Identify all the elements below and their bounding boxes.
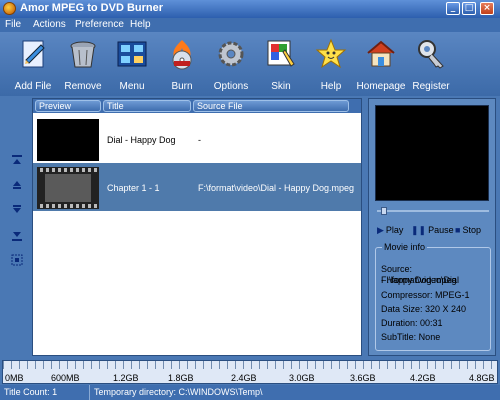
disc-size-bar: 0MB 600MB 1.2GB 1.8GB 2.4GB 3.0GB 3.6GB … [2,360,498,384]
size-ticks [3,361,497,369]
menu-file[interactable]: File [5,19,21,30]
move-up-icon[interactable] [11,178,23,190]
maximize-button[interactable]: □ [462,2,476,15]
list-item[interactable]: Chapter 1 - 1 F:\format\video\Dial - Hap… [33,163,361,211]
row-source: - [198,135,201,145]
menu-label: Menu [119,81,145,92]
row-title: Dial - Happy Dog [107,135,176,145]
seek-slider[interactable] [377,207,489,215]
pause-button[interactable]: ❚❚ Pause [411,225,454,236]
skin-button[interactable]: Skin [253,36,309,94]
home-icon [367,40,395,67]
seek-knob[interactable] [381,207,387,215]
add-file-icon [22,40,45,68]
list-header: Preview Title Source File [33,99,361,113]
menu-help[interactable]: Help [130,19,151,30]
size-label: 3.0GB [289,373,315,383]
status-bar: Title Count: 1 Temporary directory: C:\W… [0,385,500,400]
key-icon [418,40,444,69]
menu-bar: File Actions Preference Help [0,18,500,32]
info-compressor: Compressor: MPEG-1 [381,290,470,300]
register-button[interactable]: Register [403,36,459,94]
temp-directory: Temporary directory: C:\WINDOWS\Temp\ [94,387,263,397]
preview-panel: ▶ Play ❚❚ Pause ■ Stop Movie info Source: F… [368,98,496,356]
skin-label: Skin [271,81,291,92]
add-file-label: Add File [14,81,52,92]
help-button[interactable]: Help [303,36,359,94]
pause-icon: ❚❚ [411,225,427,235]
register-label: Register [412,81,450,92]
minimize-button[interactable]: _ [446,2,460,15]
app-icon [3,2,16,15]
info-duration: Duration: 00:31 [381,318,443,328]
info-source-cont: - Happy Dog.mpeg [381,275,457,285]
homepage-label: Homepage [356,81,406,92]
column-title[interactable]: Title [103,100,191,112]
list-item[interactable]: Dial - Happy Dog - [33,115,361,163]
column-preview[interactable]: Preview [35,100,101,112]
menu-button[interactable]: Menu [104,36,160,94]
move-down-icon[interactable] [11,204,23,216]
title-count: Title Count: 1 [0,385,90,400]
menu-grid-icon [117,41,147,67]
size-label: 4.2GB [410,373,436,383]
row-source: F:\format\video\Dial - Happy Dog.mpeg [198,183,355,193]
trash-icon [70,41,96,68]
help-label: Help [320,81,342,92]
options-button[interactable]: Options [203,36,259,94]
gear-icon [218,41,244,67]
menu-actions[interactable]: Actions [33,19,66,30]
remove-button[interactable]: Remove [55,36,111,94]
size-label: 1.8GB [168,373,194,383]
add-file-button[interactable]: Add File [5,36,61,94]
play-icon: ▶ [377,225,384,235]
movie-info-legend: Movie info [382,242,428,252]
play-button[interactable]: ▶ Play [377,225,403,236]
select-all-icon[interactable] [11,254,23,266]
title-list: Preview Title Source File Dial - Happy D… [32,98,362,356]
info-subtitle: SubTitle: None [381,332,441,342]
size-label: 3.6GB [350,373,376,383]
row-title: Chapter 1 - 1 [107,183,160,193]
toolbar: Add File Remove Menu Burn Options Skin H… [0,32,500,96]
film-strip-thumbnail [37,167,99,209]
size-label: 1.2GB [113,373,139,383]
burn-button[interactable]: Burn [154,36,210,94]
homepage-button[interactable]: Homepage [353,36,409,94]
title-bar: Amor MPEG to DVD Burner _ □ × [0,0,500,18]
size-label: 4.8GB [469,373,495,383]
move-top-icon[interactable] [11,154,23,166]
size-label: 2.4GB [231,373,257,383]
column-source-file[interactable]: Source File [193,100,349,112]
order-controls [4,98,30,356]
menu-preference[interactable]: Preference [75,19,124,30]
size-label: 0MB [5,373,24,383]
close-button[interactable]: × [480,2,494,15]
size-label: 600MB [51,373,80,383]
palette-icon [267,40,295,67]
video-screen [375,105,489,201]
options-label: Options [213,81,249,92]
window-title: Amor MPEG to DVD Burner [20,2,164,14]
remove-label: Remove [64,81,102,92]
stop-icon: ■ [455,225,461,235]
movie-info-group: Movie info Source: F:\format\video\Dial … [375,242,491,351]
move-bottom-icon[interactable] [11,230,23,242]
burn-label: Burn [171,81,193,92]
help-star-icon [315,38,347,69]
video-thumbnail [37,119,99,161]
info-data-size: Data Size: 320 X 240 [381,304,467,314]
dvd-burn-icon [172,40,192,70]
stop-button[interactable]: ■ Stop [455,225,481,235]
